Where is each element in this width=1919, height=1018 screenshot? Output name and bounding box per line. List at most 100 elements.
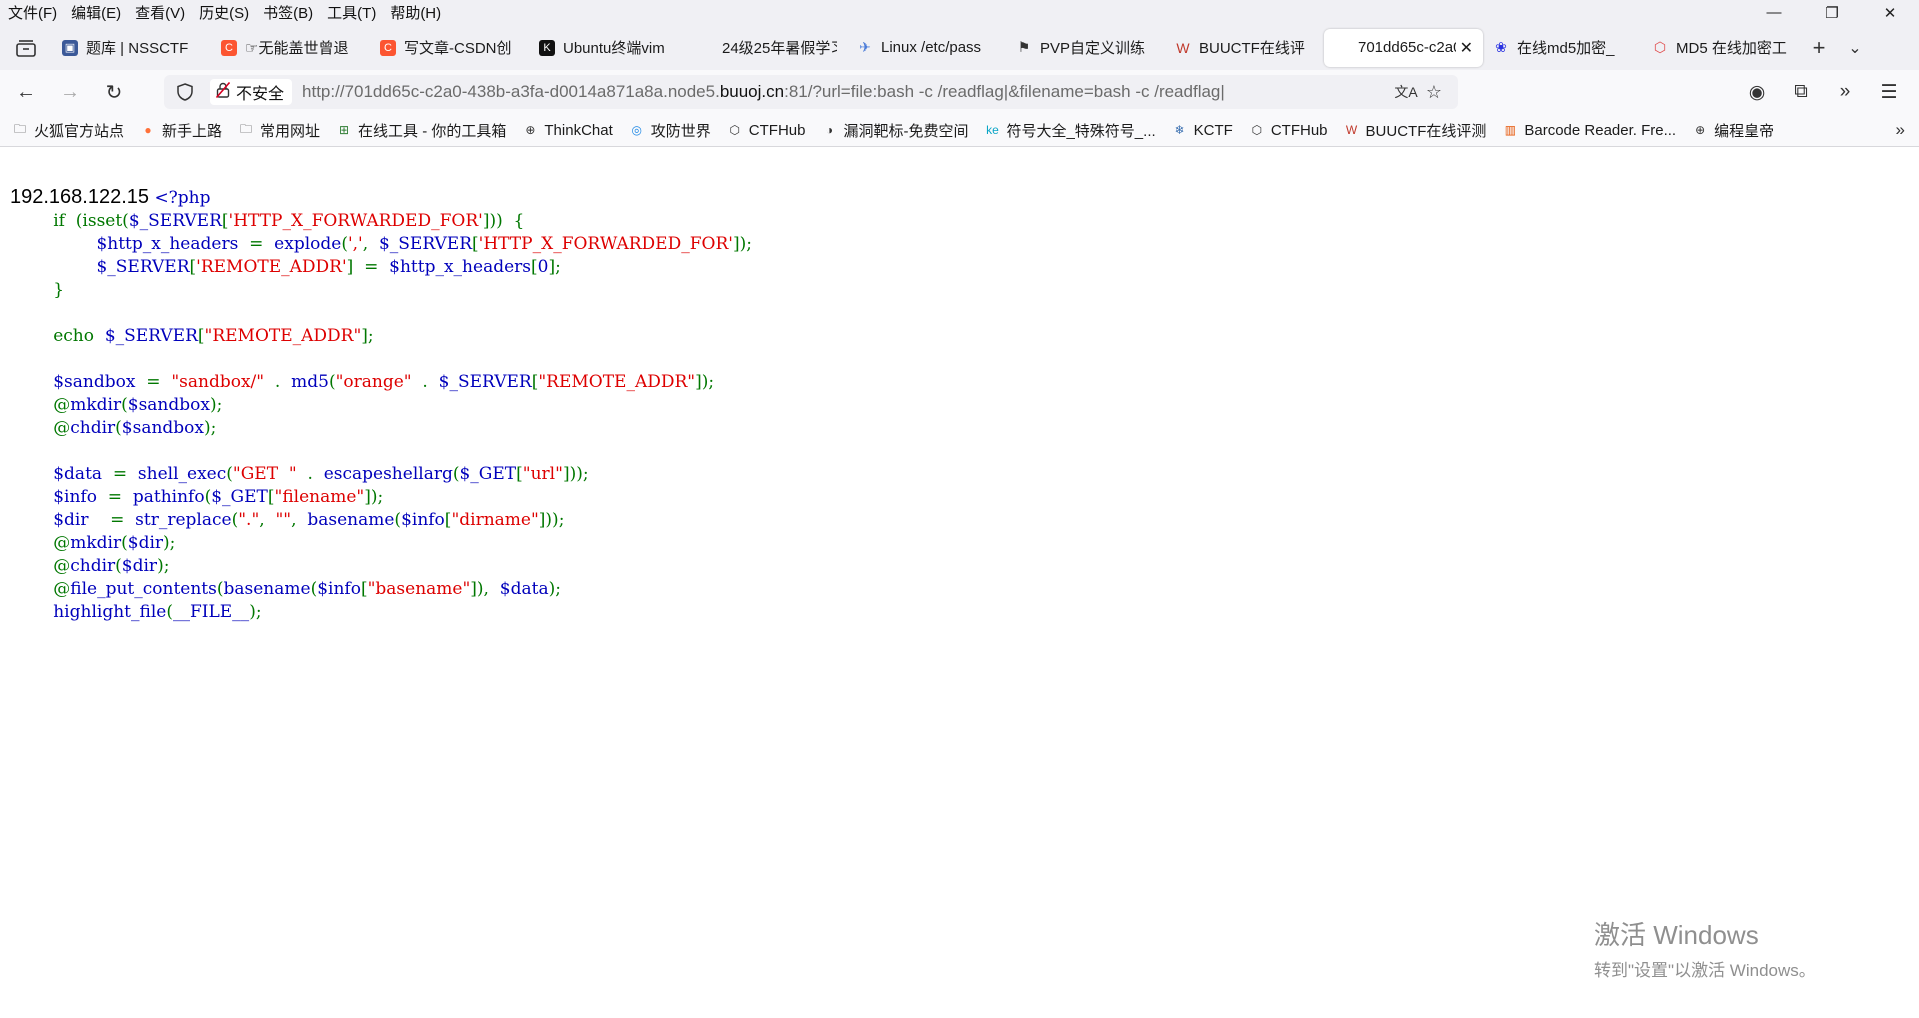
- overflow-menu-icon[interactable]: »: [1823, 81, 1867, 103]
- list-all-tabs-button[interactable]: ⌄: [1837, 38, 1873, 58]
- code-token: pathinfo: [132, 487, 205, 507]
- bookmark-label: 攻防世界: [650, 122, 711, 140]
- code-token: );: [163, 533, 176, 553]
- menu-history[interactable]: 历史(S): [199, 2, 249, 23]
- bookmark-item-2[interactable]: 🗀 常用网址: [238, 120, 320, 141]
- tab-9[interactable]: ❀ 在线md5加密_: [1483, 29, 1642, 67]
- code-token: $_SERVER: [438, 372, 532, 392]
- tools-icon: ⊞: [339, 123, 350, 137]
- minimize-button[interactable]: —: [1745, 0, 1803, 25]
- flag-favicon: ⚑: [1017, 39, 1031, 55]
- code-token: escapeshellarg: [323, 464, 453, 484]
- tab-7[interactable]: W BUUCTF在线评: [1165, 29, 1324, 67]
- bookmark-item-7[interactable]: ◑ 漏洞靶标-免费空间: [821, 120, 969, 141]
- blank-favicon: [1334, 40, 1350, 56]
- bookmarks-overflow-button[interactable]: »: [1896, 120, 1905, 140]
- code-token: @: [10, 395, 71, 415]
- code-token: );: [249, 602, 262, 622]
- code-token: (: [121, 395, 128, 415]
- tab-title: 写文章-CSDN创: [404, 40, 512, 57]
- menu-edit[interactable]: 编辑(E): [71, 2, 121, 23]
- code-token: $_SERVER: [128, 211, 222, 231]
- code-token: =: [146, 372, 172, 392]
- code-token: file_put_contents: [70, 579, 217, 599]
- baidu-favicon: ❀: [1495, 39, 1507, 55]
- window-controls: — ❐ ✕: [1745, 0, 1919, 25]
- account-icon[interactable]: ◉: [1735, 81, 1779, 104]
- bookmark-item-10[interactable]: ⬡ CTFHub: [1249, 122, 1328, 139]
- code-token: $_SERVER: [104, 326, 198, 346]
- url-text[interactable]: http://701dd65c-c2a0-438b-a3fa-d0014a871…: [302, 82, 1392, 102]
- tab-0[interactable]: ▣ 题库 | NSSCTF: [52, 29, 211, 67]
- bookmark-label: KCTF: [1193, 121, 1233, 139]
- code-token: [: [197, 326, 205, 346]
- bookmark-item-3[interactable]: ⊞ 在线工具 - 你的工具箱: [336, 120, 506, 141]
- tab-1[interactable]: C ☞无能盖世曾退: [211, 29, 370, 67]
- menu-tools[interactable]: 工具(T): [327, 2, 376, 23]
- security-label: 不安全: [236, 86, 285, 103]
- menu-view[interactable]: 查看(V): [135, 2, 185, 23]
- app-menu-icon[interactable]: ☰: [1867, 81, 1911, 104]
- code-token: .: [274, 372, 292, 392]
- code-token: [: [472, 234, 479, 254]
- address-bar[interactable]: 不安全 http://701dd65c-c2a0-438b-a3fa-d0014…: [164, 75, 1458, 109]
- tab-4[interactable]: 24级25年暑假学习计: [688, 29, 847, 67]
- close-window-button[interactable]: ✕: [1861, 0, 1919, 25]
- firefox-icon: ●: [144, 123, 152, 137]
- forward-button[interactable]: →: [52, 76, 88, 108]
- bookmark-item-13[interactable]: ⊕ 编程皇帝: [1692, 120, 1774, 141]
- bookmark-item-9[interactable]: ❄ KCTF: [1172, 122, 1233, 139]
- code-token: $http_x_headers: [10, 234, 250, 254]
- bookmark-item-6[interactable]: ⬡ CTFHub: [727, 122, 806, 139]
- menu-bar: 文件(F) 编辑(E) 查看(V) 历史(S) 书签(B) 工具(T) 帮助(H…: [0, 0, 1919, 25]
- back-button[interactable]: ←: [8, 76, 44, 108]
- gongfang-icon: ◎: [631, 123, 642, 137]
- bookmark-label: 火狐官方站点: [34, 122, 125, 140]
- tab-2[interactable]: C 写文章-CSDN创: [370, 29, 529, 67]
- security-indicator[interactable]: 不安全: [210, 79, 293, 105]
- tab-6[interactable]: ⚑ PVP自定义训练: [1006, 29, 1165, 67]
- code-token: "filename": [274, 487, 365, 507]
- bookmark-label: 漏洞靶标-免费空间: [843, 122, 969, 140]
- bookmark-item-8[interactable]: ke 符号大全_特殊符号_...: [984, 120, 1156, 141]
- code-line: $data = shell_exec("GET " . escapeshella…: [10, 463, 752, 486]
- code-token: .: [422, 372, 439, 392]
- tab-groups-button[interactable]: [8, 30, 44, 66]
- extensions-icon[interactable]: ⧉: [1779, 81, 1823, 103]
- tracking-protection-icon[interactable]: [174, 83, 196, 101]
- code-token: $_SERVER: [10, 257, 190, 277]
- menu-file[interactable]: 文件(F): [8, 2, 57, 23]
- tab-5[interactable]: ✈ Linux /etc/pass: [847, 29, 1006, 67]
- code-token: ];: [548, 257, 561, 277]
- close-tab-icon[interactable]: ✕: [1460, 38, 1473, 58]
- new-tab-button[interactable]: +: [1801, 35, 1837, 61]
- restore-button[interactable]: ❐: [1803, 0, 1861, 25]
- menu-help[interactable]: 帮助(H): [390, 2, 441, 23]
- bookmark-item-5[interactable]: ◎ 攻防世界: [629, 120, 711, 141]
- translate-icon[interactable]: 文A: [1392, 82, 1420, 102]
- code-line: $sandbox = "sandbox/" . md5("orange" . $…: [10, 371, 752, 394]
- tab-10[interactable]: ⬡ MD5 在线加密工: [1642, 29, 1801, 67]
- ctfhub-icon: ⬡: [729, 123, 741, 137]
- bookmark-item-11[interactable]: W BUUCTF在线评测: [1344, 120, 1487, 141]
- buuctf-icon: W: [1345, 123, 1358, 137]
- tab-3[interactable]: K Ubuntu终端vim: [529, 29, 688, 67]
- bookmark-item-12[interactable]: ▥ Barcode Reader. Fre...: [1502, 122, 1676, 139]
- code-token: $_GET: [211, 487, 268, 507]
- bookmark-item-4[interactable]: ⊕ ThinkChat: [522, 122, 612, 139]
- bookmark-star-icon[interactable]: ☆: [1420, 82, 1448, 103]
- tab-title: Ubuntu终端vim: [563, 40, 665, 57]
- code-token: );: [204, 418, 217, 438]
- bookmark-label: 符号大全_特殊符号_...: [1006, 122, 1156, 140]
- bookmark-item-0[interactable]: 🗀 火狐官方站点: [12, 120, 124, 141]
- code-line: }: [10, 279, 752, 302]
- url-suffix: :81/?url=file:bash -c /readflag|&filenam…: [784, 82, 1225, 101]
- menu-bookmarks[interactable]: 书签(B): [263, 2, 313, 23]
- code-token: mkdir: [70, 395, 122, 415]
- toolbar-right: ◉ ⧉ » ☰: [1735, 81, 1919, 104]
- watermark-subtitle: 转到"设置"以激活 Windows。: [1594, 961, 1816, 980]
- bookmark-item-1[interactable]: ● 新手上路: [140, 120, 222, 141]
- reload-button[interactable]: ↻: [96, 76, 132, 108]
- tab-8[interactable]: 701dd65c-c2a0- ✕: [1324, 28, 1483, 67]
